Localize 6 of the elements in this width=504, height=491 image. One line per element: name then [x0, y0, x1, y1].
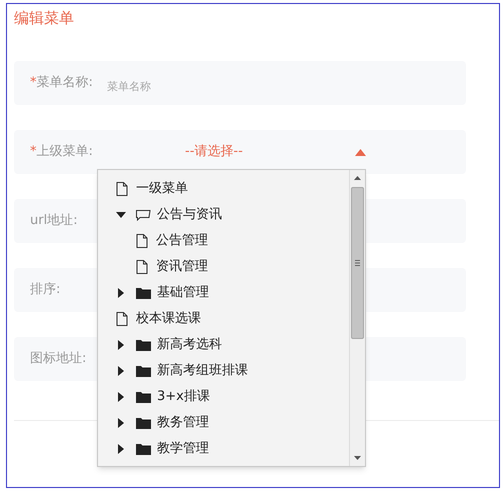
field-label: *上级菜单:: [30, 143, 94, 162]
field-label: 图标地址:: [30, 350, 88, 368]
field-label: *菜单名称:: [30, 74, 94, 92]
field-label: 排序:: [30, 281, 62, 300]
dialog-title: 编辑菜单: [14, 9, 74, 27]
field-label: url地址:: [30, 212, 79, 230]
